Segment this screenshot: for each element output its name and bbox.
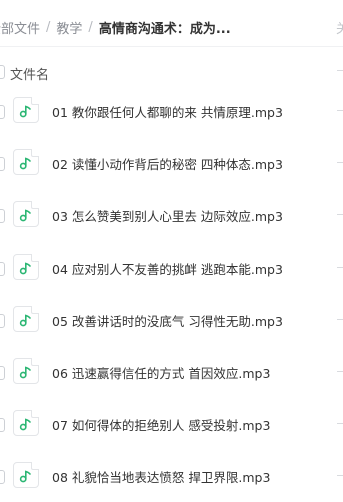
file-row[interactable]: 07 如何得体的拒绝别人 感受投射.mp3 [0, 397, 343, 449]
music-note-icon [19, 470, 31, 483]
column-header-filename[interactable]: 文件名 [10, 64, 49, 83]
audio-file-icon [13, 462, 39, 489]
row-right-divider [337, 370, 343, 372]
file-row[interactable]: 05 改善讲话时的没底气 习得性无助.mp3 [0, 293, 343, 345]
audio-file-icon [13, 149, 39, 176]
top-right-button[interactable]: 关 [336, 18, 343, 37]
file-row[interactable]: 02 读懂小动作背后的秘密 四种体态.mp3 [0, 136, 343, 188]
row-checkbox[interactable] [0, 209, 5, 224]
file-name[interactable]: 05 改善讲话时的没底气 习得性无助.mp3 [52, 311, 283, 330]
audio-file-icon [13, 253, 39, 280]
header-right-divider [337, 70, 343, 71]
row-checkbox[interactable] [0, 418, 5, 433]
music-note-icon [19, 366, 31, 379]
audio-file-icon [13, 305, 39, 332]
file-name[interactable]: 07 如何得体的拒绝别人 感受投射.mp3 [52, 415, 270, 434]
select-all-checkbox[interactable] [0, 65, 5, 79]
music-note-icon [19, 157, 31, 170]
breadcrumb-separator: / [88, 19, 93, 35]
file-list: 01 教你跟任何人都聊的来 共情原理.mp3 02 读懂小动作背后的秘密 四种体… [0, 84, 343, 502]
audio-file-icon [13, 357, 39, 384]
row-right-divider [337, 162, 343, 164]
music-note-icon [19, 262, 31, 274]
row-right-divider [337, 475, 343, 477]
breadcrumb-separator: / [46, 19, 51, 35]
row-checkbox[interactable] [0, 365, 5, 380]
file-row[interactable]: 06 迅速赢得信任的方式 首因效应.mp3 [0, 345, 343, 397]
music-note-icon [19, 418, 31, 431]
row-right-divider [337, 110, 343, 111]
file-row[interactable]: 01 教你跟任何人都聊的来 共情原理.mp3 [0, 84, 343, 136]
audio-file-icon [13, 410, 39, 437]
file-name[interactable]: 03 怎么赞美到别人心里去 边际效应.mp3 [52, 206, 283, 225]
breadcrumb-current-folder: 高情商沟通术：成为... [98, 21, 231, 37]
row-checkbox[interactable] [0, 470, 5, 485]
row-checkbox[interactable] [0, 105, 5, 119]
file-name[interactable]: 06 迅速赢得信任的方式 首因效应.mp3 [52, 363, 270, 382]
file-row[interactable]: 03 怎么赞美到别人心里去 边际效应.mp3 [0, 188, 343, 240]
audio-file-icon [13, 201, 39, 228]
music-note-icon [19, 105, 31, 118]
file-name[interactable]: 01 教你跟任何人都聊的来 共情原理.mp3 [52, 102, 283, 121]
list-header: 文件名 [0, 58, 343, 86]
audio-file-icon [13, 97, 39, 123]
music-note-icon [19, 209, 31, 222]
row-checkbox[interactable] [0, 157, 5, 172]
file-name[interactable]: 08 礼貌恰当地表达愤怒 捍卫界限.mp3 [52, 467, 270, 486]
breadcrumb-item-teaching[interactable]: 教学 [56, 18, 82, 37]
row-right-divider [337, 214, 343, 216]
breadcrumb-item-all-files[interactable]: 全部文件 [0, 18, 40, 37]
row-right-divider [337, 423, 343, 425]
row-right-divider [337, 318, 343, 320]
row-checkbox[interactable] [0, 313, 5, 328]
breadcrumb: 全部文件 / 教学 / 高情商沟通术：成为... [0, 17, 231, 37]
row-right-divider [337, 266, 343, 268]
file-row[interactable]: 04 应对别人不友善的挑衅 逃跑本能.mp3 [0, 241, 343, 293]
music-note-icon [19, 314, 31, 327]
file-name[interactable]: 04 应对别人不友善的挑衅 逃跑本能.mp3 [52, 259, 283, 278]
file-row[interactable]: 08 礼貌恰当地表达愤怒 捍卫界限.mp3 [0, 449, 343, 501]
file-name[interactable]: 02 读懂小动作背后的秘密 四种体态.mp3 [52, 154, 283, 173]
divider [0, 46, 343, 47]
row-checkbox[interactable] [0, 261, 5, 276]
